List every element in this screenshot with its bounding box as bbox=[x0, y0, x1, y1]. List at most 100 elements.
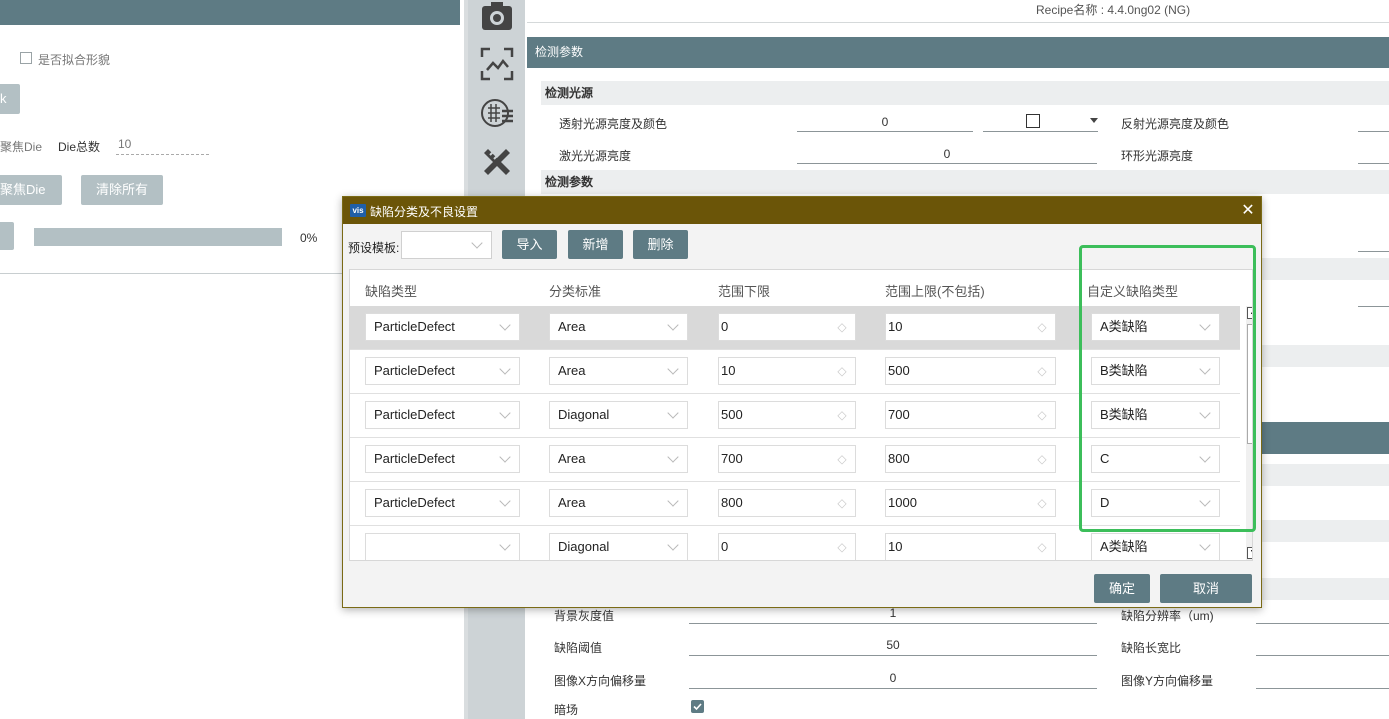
k-button[interactable]: k bbox=[0, 84, 20, 114]
custom-type-select[interactable]: B类缺陷 bbox=[1091, 357, 1220, 385]
camera-icon[interactable] bbox=[480, 0, 514, 34]
upper-limit-input[interactable]: 800 ◇ bbox=[885, 445, 1056, 473]
spinner-icon[interactable]: ◇ bbox=[837, 541, 847, 553]
laser-light-underline bbox=[797, 163, 1097, 164]
scroll-up-icon[interactable]: ▲ bbox=[1247, 307, 1252, 319]
upper-limit-input[interactable]: 10 ◇ bbox=[885, 313, 1056, 341]
transmit-color-swatch[interactable] bbox=[1026, 114, 1040, 128]
custom-type-select-value: A类缺陷 bbox=[1100, 539, 1148, 554]
spinner-icon[interactable]: ◇ bbox=[1037, 497, 1047, 509]
run-button[interactable] bbox=[0, 222, 14, 250]
spinner-icon[interactable]: ◇ bbox=[837, 321, 847, 333]
scroll-thumb[interactable] bbox=[1247, 324, 1252, 444]
criteria-select-value: Diagonal bbox=[558, 407, 610, 422]
image-capture-icon[interactable] bbox=[480, 47, 514, 81]
hidden-section-bar-2 bbox=[1262, 345, 1389, 367]
spinner-icon[interactable]: ◇ bbox=[837, 453, 847, 465]
defect-type-select[interactable]: ParticleDefect bbox=[365, 445, 520, 473]
fit-morphology-checkbox[interactable] bbox=[20, 52, 32, 64]
dark-field-checkbox[interactable] bbox=[691, 700, 704, 713]
defect-type-select[interactable]: ParticleDefect bbox=[365, 401, 520, 429]
spinner-icon[interactable]: ◇ bbox=[1037, 453, 1047, 465]
upper-limit-input[interactable]: 500 ◇ bbox=[885, 357, 1056, 385]
criteria-select[interactable]: Diagonal bbox=[549, 533, 688, 560]
criteria-select[interactable]: Area bbox=[549, 357, 688, 385]
color-underline bbox=[983, 131, 1098, 132]
ring-light-underline bbox=[1358, 163, 1389, 164]
defect-classification-dialog: vis 缺陷分类及不良设置 ✕ 预设模板: 导入 新增 删除 缺陷类型 分类标准… bbox=[342, 196, 1262, 608]
spinner-icon[interactable]: ◇ bbox=[837, 409, 847, 421]
column-header-defect-type: 缺陷类型 bbox=[365, 284, 418, 299]
close-icon[interactable]: ✕ bbox=[1239, 200, 1257, 220]
table-row[interactable]: ParticleDefect Area 10 ◇ 500 ◇ B类缺陷 bbox=[350, 350, 1240, 394]
criteria-select[interactable]: Diagonal bbox=[549, 401, 688, 429]
table-row[interactable]: Diagonal 0 ◇ 10 ◇ A类缺陷 bbox=[350, 526, 1240, 560]
color-dropdown-arrow[interactable] bbox=[1090, 118, 1098, 123]
upper-limit-input[interactable]: 700 ◇ bbox=[885, 401, 1056, 429]
image-y-offset-underline bbox=[1256, 688, 1389, 689]
image-x-offset-value: 0 bbox=[889, 671, 897, 685]
ok-button[interactable]: 确定 bbox=[1094, 574, 1150, 603]
custom-type-select[interactable]: B类缺陷 bbox=[1091, 401, 1220, 429]
lower-limit-input-value: 0 bbox=[721, 539, 729, 554]
criteria-select-value: Area bbox=[558, 363, 586, 378]
defect-ratio-underline bbox=[1256, 655, 1389, 656]
defect-type-select[interactable] bbox=[365, 533, 520, 560]
custom-type-select-value: B类缺陷 bbox=[1100, 363, 1148, 378]
defect-rules-table: 缺陷类型 分类标准 范围下限 范围上限(不包括) 自定义缺陷类型 Particl… bbox=[349, 269, 1253, 561]
wafer-map-icon[interactable] bbox=[480, 96, 514, 130]
lower-limit-input[interactable]: 800 ◇ bbox=[718, 489, 856, 517]
image-x-offset-label: 图像X方向偏移量 bbox=[554, 674, 647, 688]
table-scrollbar[interactable]: ▲ ▼ bbox=[1246, 306, 1252, 560]
spinner-icon[interactable]: ◇ bbox=[1037, 409, 1047, 421]
spinner-icon[interactable]: ◇ bbox=[837, 365, 847, 377]
lower-limit-input[interactable]: 10 ◇ bbox=[718, 357, 856, 385]
column-header-upper-limit: 范围上限(不包括) bbox=[885, 284, 985, 299]
upper-limit-input[interactable]: 1000 ◇ bbox=[885, 489, 1056, 517]
defect-threshold-underline bbox=[689, 655, 1097, 656]
lower-limit-input[interactable]: 0 ◇ bbox=[718, 533, 856, 560]
hidden-field-underline-2 bbox=[1358, 306, 1389, 307]
spinner-icon[interactable]: ◇ bbox=[1037, 541, 1047, 553]
defect-type-select[interactable]: ParticleDefect bbox=[365, 313, 520, 341]
upper-limit-input-value: 800 bbox=[888, 451, 910, 466]
lower-limit-input[interactable]: 0 ◇ bbox=[718, 313, 856, 341]
transmit-light-underline bbox=[797, 131, 973, 132]
table-row[interactable]: ParticleDefect Area 800 ◇ 1000 ◇ D bbox=[350, 482, 1240, 526]
table-row[interactable]: ParticleDefect Area 700 ◇ 800 ◇ C bbox=[350, 438, 1240, 482]
recipe-name: Recipe名称 : 4.4.0ng02 (NG) bbox=[1036, 3, 1191, 17]
clear-all-button[interactable]: 清除所有 bbox=[81, 175, 163, 205]
import-button[interactable]: 导入 bbox=[502, 230, 557, 259]
criteria-select[interactable]: Area bbox=[549, 313, 688, 341]
cancel-button[interactable]: 取消 bbox=[1160, 574, 1252, 603]
chevron-down-icon bbox=[499, 451, 511, 463]
criteria-select[interactable]: Area bbox=[549, 445, 688, 473]
focus-die-button[interactable]: 聚焦Die bbox=[0, 175, 62, 205]
defect-type-select[interactable]: ParticleDefect bbox=[365, 489, 520, 517]
scroll-down-icon[interactable]: ▼ bbox=[1247, 547, 1252, 559]
custom-type-select-value: C bbox=[1100, 451, 1110, 466]
spinner-icon[interactable]: ◇ bbox=[1037, 321, 1047, 333]
defect-type-select-value: ParticleDefect bbox=[374, 495, 455, 510]
delete-button[interactable]: 删除 bbox=[633, 230, 688, 259]
defect-type-select[interactable]: ParticleDefect bbox=[365, 357, 520, 385]
table-row[interactable]: ParticleDefect Area 0 ◇ 10 ◇ A类缺陷 bbox=[350, 306, 1240, 350]
custom-type-select-value: A类缺陷 bbox=[1100, 319, 1148, 334]
lower-limit-input[interactable]: 500 ◇ bbox=[718, 401, 856, 429]
spinner-icon[interactable]: ◇ bbox=[837, 497, 847, 509]
ruler-pencil-icon[interactable] bbox=[480, 145, 514, 179]
custom-type-select[interactable]: C bbox=[1091, 445, 1220, 473]
custom-type-select[interactable]: A类缺陷 bbox=[1091, 533, 1220, 560]
table-row[interactable]: ParticleDefect Diagonal 500 ◇ 700 ◇ B类缺陷 bbox=[350, 394, 1240, 438]
add-button[interactable]: 新增 bbox=[568, 230, 623, 259]
custom-type-select[interactable]: D bbox=[1091, 489, 1220, 517]
preset-template-select[interactable] bbox=[401, 231, 492, 259]
laser-light-label: 激光光源亮度 bbox=[559, 149, 632, 163]
upper-limit-input-value: 10 bbox=[888, 539, 903, 554]
lower-limit-input[interactable]: 700 ◇ bbox=[718, 445, 856, 473]
ring-light-label: 环形光源亮度 bbox=[1121, 149, 1194, 163]
custom-type-select[interactable]: A类缺陷 bbox=[1091, 313, 1220, 341]
upper-limit-input[interactable]: 10 ◇ bbox=[885, 533, 1056, 560]
criteria-select[interactable]: Area bbox=[549, 489, 688, 517]
spinner-icon[interactable]: ◇ bbox=[1037, 365, 1047, 377]
